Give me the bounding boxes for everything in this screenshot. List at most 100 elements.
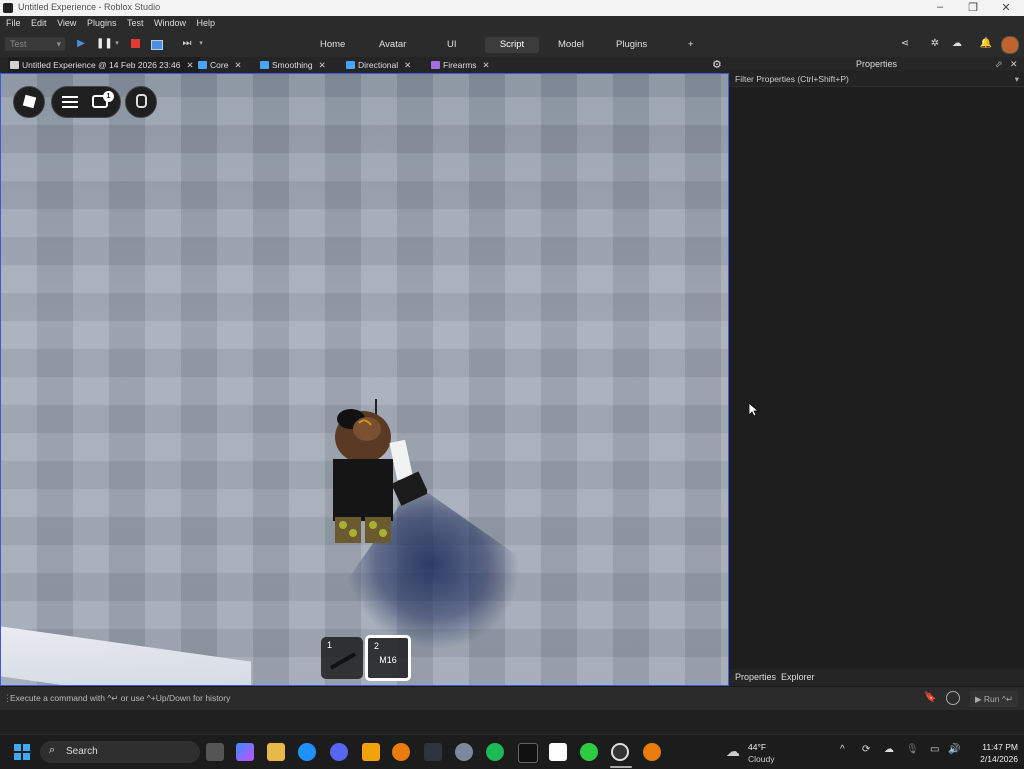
close-icon[interactable]: ✕ bbox=[186, 60, 193, 70]
tab-avatar[interactable]: Avatar bbox=[371, 37, 414, 53]
app-icon[interactable] bbox=[643, 743, 661, 761]
menu-edit[interactable]: Edit bbox=[31, 16, 47, 30]
filter-properties-input[interactable]: Filter Properties (Ctrl+Shift+P) ▾ bbox=[729, 71, 1024, 87]
menu-window[interactable]: Window bbox=[154, 16, 186, 30]
spotify-icon[interactable] bbox=[486, 743, 504, 761]
share-icon[interactable]: ⋖ bbox=[898, 37, 912, 51]
avatar[interactable] bbox=[1001, 36, 1019, 54]
terminal-icon[interactable] bbox=[424, 743, 442, 761]
search-icon: ⌕ bbox=[49, 744, 56, 756]
doc-tab-core[interactable]: Core ✕ bbox=[196, 57, 242, 73]
menu-bar: File Edit View Plugins Test Window Help bbox=[0, 16, 1024, 30]
run-command-button[interactable]: ▶ Run ^↵ bbox=[970, 691, 1018, 707]
chat-badge: 1 bbox=[103, 91, 114, 102]
task-view-icon[interactable] bbox=[206, 743, 224, 761]
system-clock[interactable]: 11:47 PM 2/14/2026 bbox=[968, 741, 1018, 765]
close-icon[interactable]: ✕ bbox=[483, 60, 490, 70]
copilot-icon[interactable] bbox=[236, 743, 254, 761]
add-tab-button[interactable]: + bbox=[680, 37, 702, 53]
hotbar-slot-number: 1 bbox=[327, 640, 333, 650]
doc-tab-label: Firearms bbox=[443, 60, 477, 70]
edge-browser-icon[interactable] bbox=[298, 743, 316, 761]
share-app-icon[interactable] bbox=[580, 743, 598, 761]
roblox-menu-button[interactable] bbox=[13, 86, 45, 118]
blender-icon[interactable] bbox=[392, 743, 410, 761]
search-label: Search bbox=[66, 746, 98, 757]
sublime-text-icon[interactable] bbox=[362, 743, 380, 761]
hotbar-slot-1[interactable]: 1 bbox=[321, 637, 363, 679]
close-icon[interactable]: ✕ bbox=[404, 60, 411, 70]
roblox-player-icon[interactable] bbox=[549, 743, 567, 761]
backpack-button[interactable] bbox=[125, 86, 157, 118]
tab-properties[interactable]: Properties bbox=[735, 672, 776, 682]
file-explorer-icon[interactable] bbox=[267, 743, 285, 761]
hotbar-slot-2[interactable]: 2 M16 bbox=[365, 635, 411, 681]
doc-tab-firearms[interactable]: Firearms ✕ bbox=[429, 57, 490, 73]
bookmark-icon[interactable]: 🔖 bbox=[924, 692, 936, 703]
tab-script[interactable]: Script bbox=[485, 37, 539, 53]
sync-icon[interactable]: ⟳ bbox=[862, 744, 870, 755]
step-options-chevron-icon[interactable]: ▾ bbox=[194, 37, 208, 51]
command-input[interactable]: Execute a command with ^↵ or use ^+Up/Do… bbox=[10, 693, 230, 704]
test-mode-select[interactable]: Test ▾ bbox=[5, 37, 65, 51]
menu-test[interactable]: Test bbox=[127, 16, 144, 30]
collaborate-icon[interactable]: ✲ bbox=[928, 37, 942, 51]
obs-studio-icon[interactable] bbox=[611, 743, 629, 761]
client-server-icon[interactable] bbox=[150, 37, 164, 51]
doc-tab-smoothing[interactable]: Smoothing ✕ bbox=[258, 57, 326, 73]
close-icon[interactable]: ✕ bbox=[234, 60, 241, 70]
place-file-icon bbox=[10, 61, 19, 69]
close-icon[interactable]: ✕ bbox=[1010, 59, 1018, 70]
weather-description: Cloudy bbox=[748, 754, 775, 764]
doc-tab-label: Core bbox=[210, 60, 229, 70]
minimize-button[interactable]: – bbox=[930, 1, 950, 13]
filter-placeholder: Filter Properties (Ctrl+Shift+P) bbox=[735, 74, 849, 84]
pause-options-chevron-icon[interactable]: ▾ bbox=[110, 37, 124, 51]
menu-file[interactable]: File bbox=[6, 16, 21, 30]
undock-icon[interactable]: ⬀ bbox=[995, 59, 1003, 70]
close-window-button[interactable]: ✕ bbox=[996, 1, 1016, 14]
onedrive-icon[interactable]: ☁ bbox=[884, 744, 894, 755]
cloudy-weather-icon: ☁ bbox=[726, 743, 740, 759]
hamburger-menu-icon[interactable] bbox=[62, 95, 78, 109]
notifications-bell-icon[interactable]: 🔔 bbox=[979, 37, 993, 51]
capcut-icon[interactable] bbox=[518, 743, 538, 763]
weather-temperature: 44°F bbox=[748, 742, 767, 752]
settings-gear-icon[interactable]: ⚙ bbox=[712, 59, 724, 71]
doc-tab-place[interactable]: Untitled Experience @ 14 Feb 2026 23:46 ✕ bbox=[8, 57, 200, 73]
menu-view[interactable]: View bbox=[57, 16, 76, 30]
chevron-up-icon[interactable]: ^ bbox=[840, 744, 845, 755]
module-script-file-icon bbox=[431, 61, 440, 69]
tab-ui[interactable]: UI bbox=[439, 37, 465, 53]
menu-plugins[interactable]: Plugins bbox=[87, 16, 117, 30]
tab-explorer[interactable]: Explorer bbox=[781, 672, 815, 682]
volume-icon[interactable]: 🔊 bbox=[948, 744, 960, 755]
menu-help[interactable]: Help bbox=[197, 16, 216, 30]
tab-plugins[interactable]: Plugins bbox=[608, 37, 655, 53]
taskbar-search[interactable]: ⌕ Search bbox=[40, 741, 200, 763]
step-forward-icon[interactable]: ⏭ bbox=[180, 37, 194, 51]
play-icon[interactable]: ▶ bbox=[74, 37, 88, 51]
settings-gear-icon[interactable] bbox=[455, 743, 473, 761]
ribbon-toolbar: Test ▾ ▶ ❚❚ ▾ ⏭ ▾ Home Avatar UI Script … bbox=[0, 30, 1024, 58]
test-mode-value: Test bbox=[10, 39, 27, 49]
maximize-button[interactable]: ❐ bbox=[963, 1, 983, 14]
pause-icon[interactable]: ❚❚ bbox=[96, 37, 113, 51]
history-icon[interactable] bbox=[946, 691, 960, 705]
tab-model[interactable]: Model bbox=[550, 37, 592, 53]
clock-time: 11:47 PM bbox=[982, 742, 1018, 752]
cloud-icon[interactable]: ☁ bbox=[950, 37, 964, 51]
game-viewport[interactable]: 1 1 2 M16 bbox=[0, 73, 729, 686]
close-icon[interactable]: ✕ bbox=[319, 60, 326, 70]
tab-home[interactable]: Home bbox=[312, 37, 353, 53]
stop-icon[interactable] bbox=[128, 37, 142, 51]
doc-tab-directional[interactable]: Directional ✕ bbox=[344, 57, 411, 73]
chevron-down-icon[interactable]: ▾ bbox=[1015, 71, 1019, 87]
windows-start-icon[interactable] bbox=[14, 744, 30, 760]
clock-date: 2/14/2026 bbox=[980, 754, 1018, 764]
hotbar-slot-number: 2 bbox=[374, 641, 380, 651]
display-icon[interactable]: ▭ bbox=[930, 744, 939, 755]
discord-icon[interactable] bbox=[330, 743, 348, 761]
hotbar-slot-label: M16 bbox=[379, 655, 397, 665]
microphone-icon[interactable]: 🎙 bbox=[906, 744, 919, 755]
